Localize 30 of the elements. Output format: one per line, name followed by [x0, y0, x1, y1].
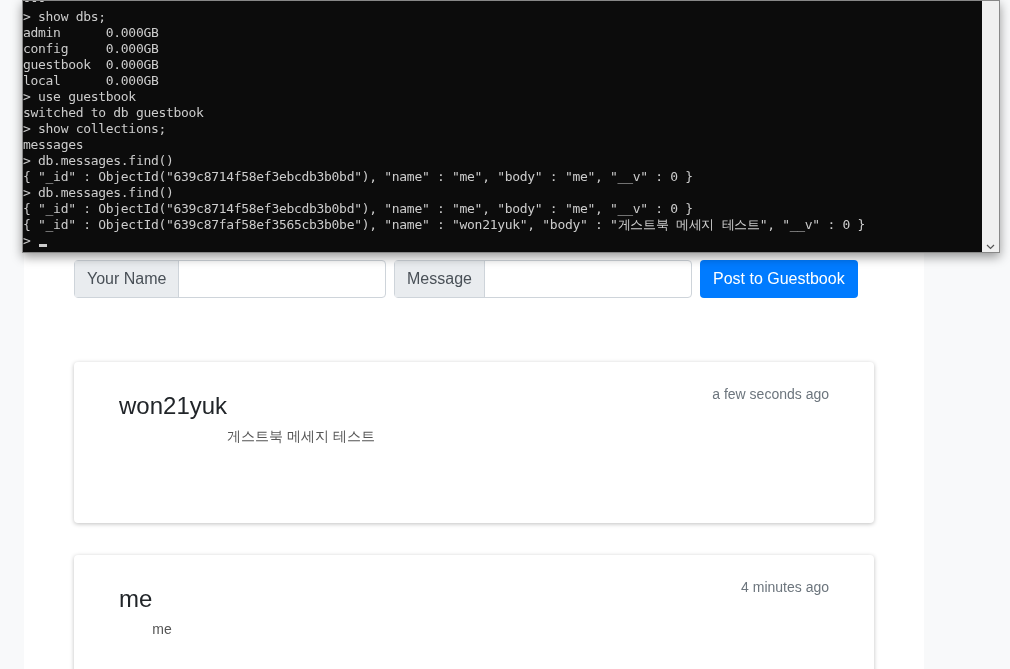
author-name: won21yuk: [119, 391, 228, 421]
field-label: Your Name: [75, 261, 180, 297]
terminal-line: messages: [23, 137, 84, 153]
terminal-line: > db.messages.find(): [23, 153, 174, 169]
author-name: me: [119, 584, 153, 614]
cursor: [38, 244, 47, 247]
terminal-line: { "_id" : ObjectId("639c8714f58ef3ebcdb3b0bd"), "name" : "me", "body" : "me", "__v" : 0 }: [23, 201, 693, 217]
prompt: >: [23, 233, 31, 249]
terminal-line: > use guestbook: [23, 89, 136, 105]
timestamp: 4 minutes ago: [741, 578, 829, 597]
post-button[interactable]: Post to Guestbook: [700, 260, 858, 298]
terminal-line: switched to db guestbook: [23, 105, 204, 121]
timestamp: a few seconds ago: [712, 385, 829, 404]
terminal-line: config 0.000GB: [23, 41, 159, 57]
terminal-line: ---: [23, 1, 46, 9]
terminal-line: admin 0.000GB: [23, 25, 159, 41]
scrollbar[interactable]: [982, 1, 999, 252]
terminal-line: > db.messages.find(): [23, 185, 174, 201]
field-label: Message: [395, 261, 485, 297]
terminal-line: local 0.000GB: [23, 73, 159, 89]
message-field[interactable]: Message: [394, 260, 692, 298]
message-body: me: [152, 620, 173, 639]
scroll-down-icon[interactable]: [986, 244, 995, 250]
terminal-line: { "_id" : ObjectId("639c87faf58ef3565cb3b0be"), "name" : "won21yuk", "body" : "게스트북 메세지 테스트", "__v" : 0 }: [23, 217, 866, 233]
terminal-line: { "_id" : ObjectId("639c8714f58ef3ebcdb3b0bd"), "name" : "me", "body" : "me", "__v" : 0 }: [23, 169, 693, 185]
terminal-line: guestbook 0.000GB: [23, 57, 159, 73]
message-body: 게스트북 메세지 테스트: [227, 427, 376, 446]
terminal-line: > show dbs;: [23, 9, 106, 25]
name-field[interactable]: Your Name: [74, 260, 386, 298]
terminal-line: > show collections;: [23, 121, 166, 137]
